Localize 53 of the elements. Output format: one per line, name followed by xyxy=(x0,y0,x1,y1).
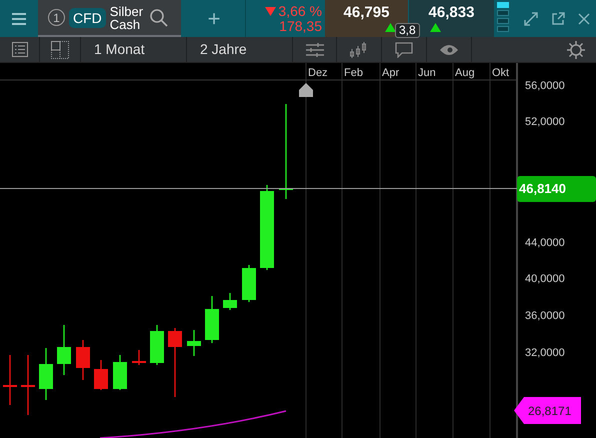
popout-icon[interactable] xyxy=(550,12,564,26)
change-points: 178,35 xyxy=(279,18,322,34)
candle xyxy=(113,355,127,390)
list-icon xyxy=(12,42,28,57)
candle xyxy=(205,296,219,343)
instrument-name: Cash xyxy=(110,18,142,30)
candle xyxy=(132,350,146,365)
candle xyxy=(223,293,237,310)
period-button[interactable]: 2 Jahre xyxy=(187,37,293,62)
price-axis-label: 32,0000 xyxy=(525,346,565,361)
month-label: Aug xyxy=(455,66,475,81)
sliders-icon xyxy=(306,42,324,56)
menu-icon xyxy=(12,12,26,24)
candle xyxy=(187,330,201,356)
month-label: Feb xyxy=(344,66,363,81)
candle xyxy=(242,265,256,302)
month-label: Okt xyxy=(492,66,510,81)
price-axis-label: 56,0000 xyxy=(525,79,565,94)
add-tab-button[interactable]: + xyxy=(183,0,245,37)
candles-icon xyxy=(350,40,368,58)
candle xyxy=(168,328,182,397)
layout-icon xyxy=(51,40,69,58)
cfd-badge: CFD xyxy=(69,8,106,28)
price-axis-label: 40,0000 xyxy=(525,272,565,287)
settings-icon xyxy=(567,40,585,58)
month-label: Jun xyxy=(418,66,436,81)
candle xyxy=(94,360,108,390)
candle xyxy=(39,348,53,400)
eye-icon xyxy=(440,44,458,56)
instrument-name: Silber xyxy=(110,4,144,18)
expand-icon[interactable] xyxy=(524,12,538,26)
candle xyxy=(76,340,90,380)
candle xyxy=(21,355,35,415)
change-percent: 3,66 % xyxy=(278,4,322,18)
candle xyxy=(3,355,17,405)
price-axis-label: 44,0000 xyxy=(525,236,565,251)
price-axis-label: 52,0000 xyxy=(525,115,565,130)
month-label: Apr xyxy=(382,66,400,81)
current-price-tag: 46,8140 xyxy=(517,176,596,202)
average-price-tag: 26,8171 xyxy=(514,397,581,424)
tab-number: 1 xyxy=(48,9,65,26)
bid-price: 46,795 xyxy=(344,4,390,22)
ask-price: 46,833 xyxy=(428,4,474,22)
search-icon[interactable] xyxy=(150,8,168,26)
month-label: Dez xyxy=(308,66,328,81)
candle xyxy=(57,325,71,375)
marker-icon xyxy=(299,83,313,97)
price-axis-label: 36,0000 xyxy=(525,309,565,324)
period-button[interactable]: 1 Monat xyxy=(81,37,187,62)
candle xyxy=(150,325,164,365)
spread-badge: 3,8 xyxy=(395,23,420,38)
speech-bubble-icon xyxy=(395,42,413,58)
close-icon[interactable] xyxy=(578,12,590,24)
